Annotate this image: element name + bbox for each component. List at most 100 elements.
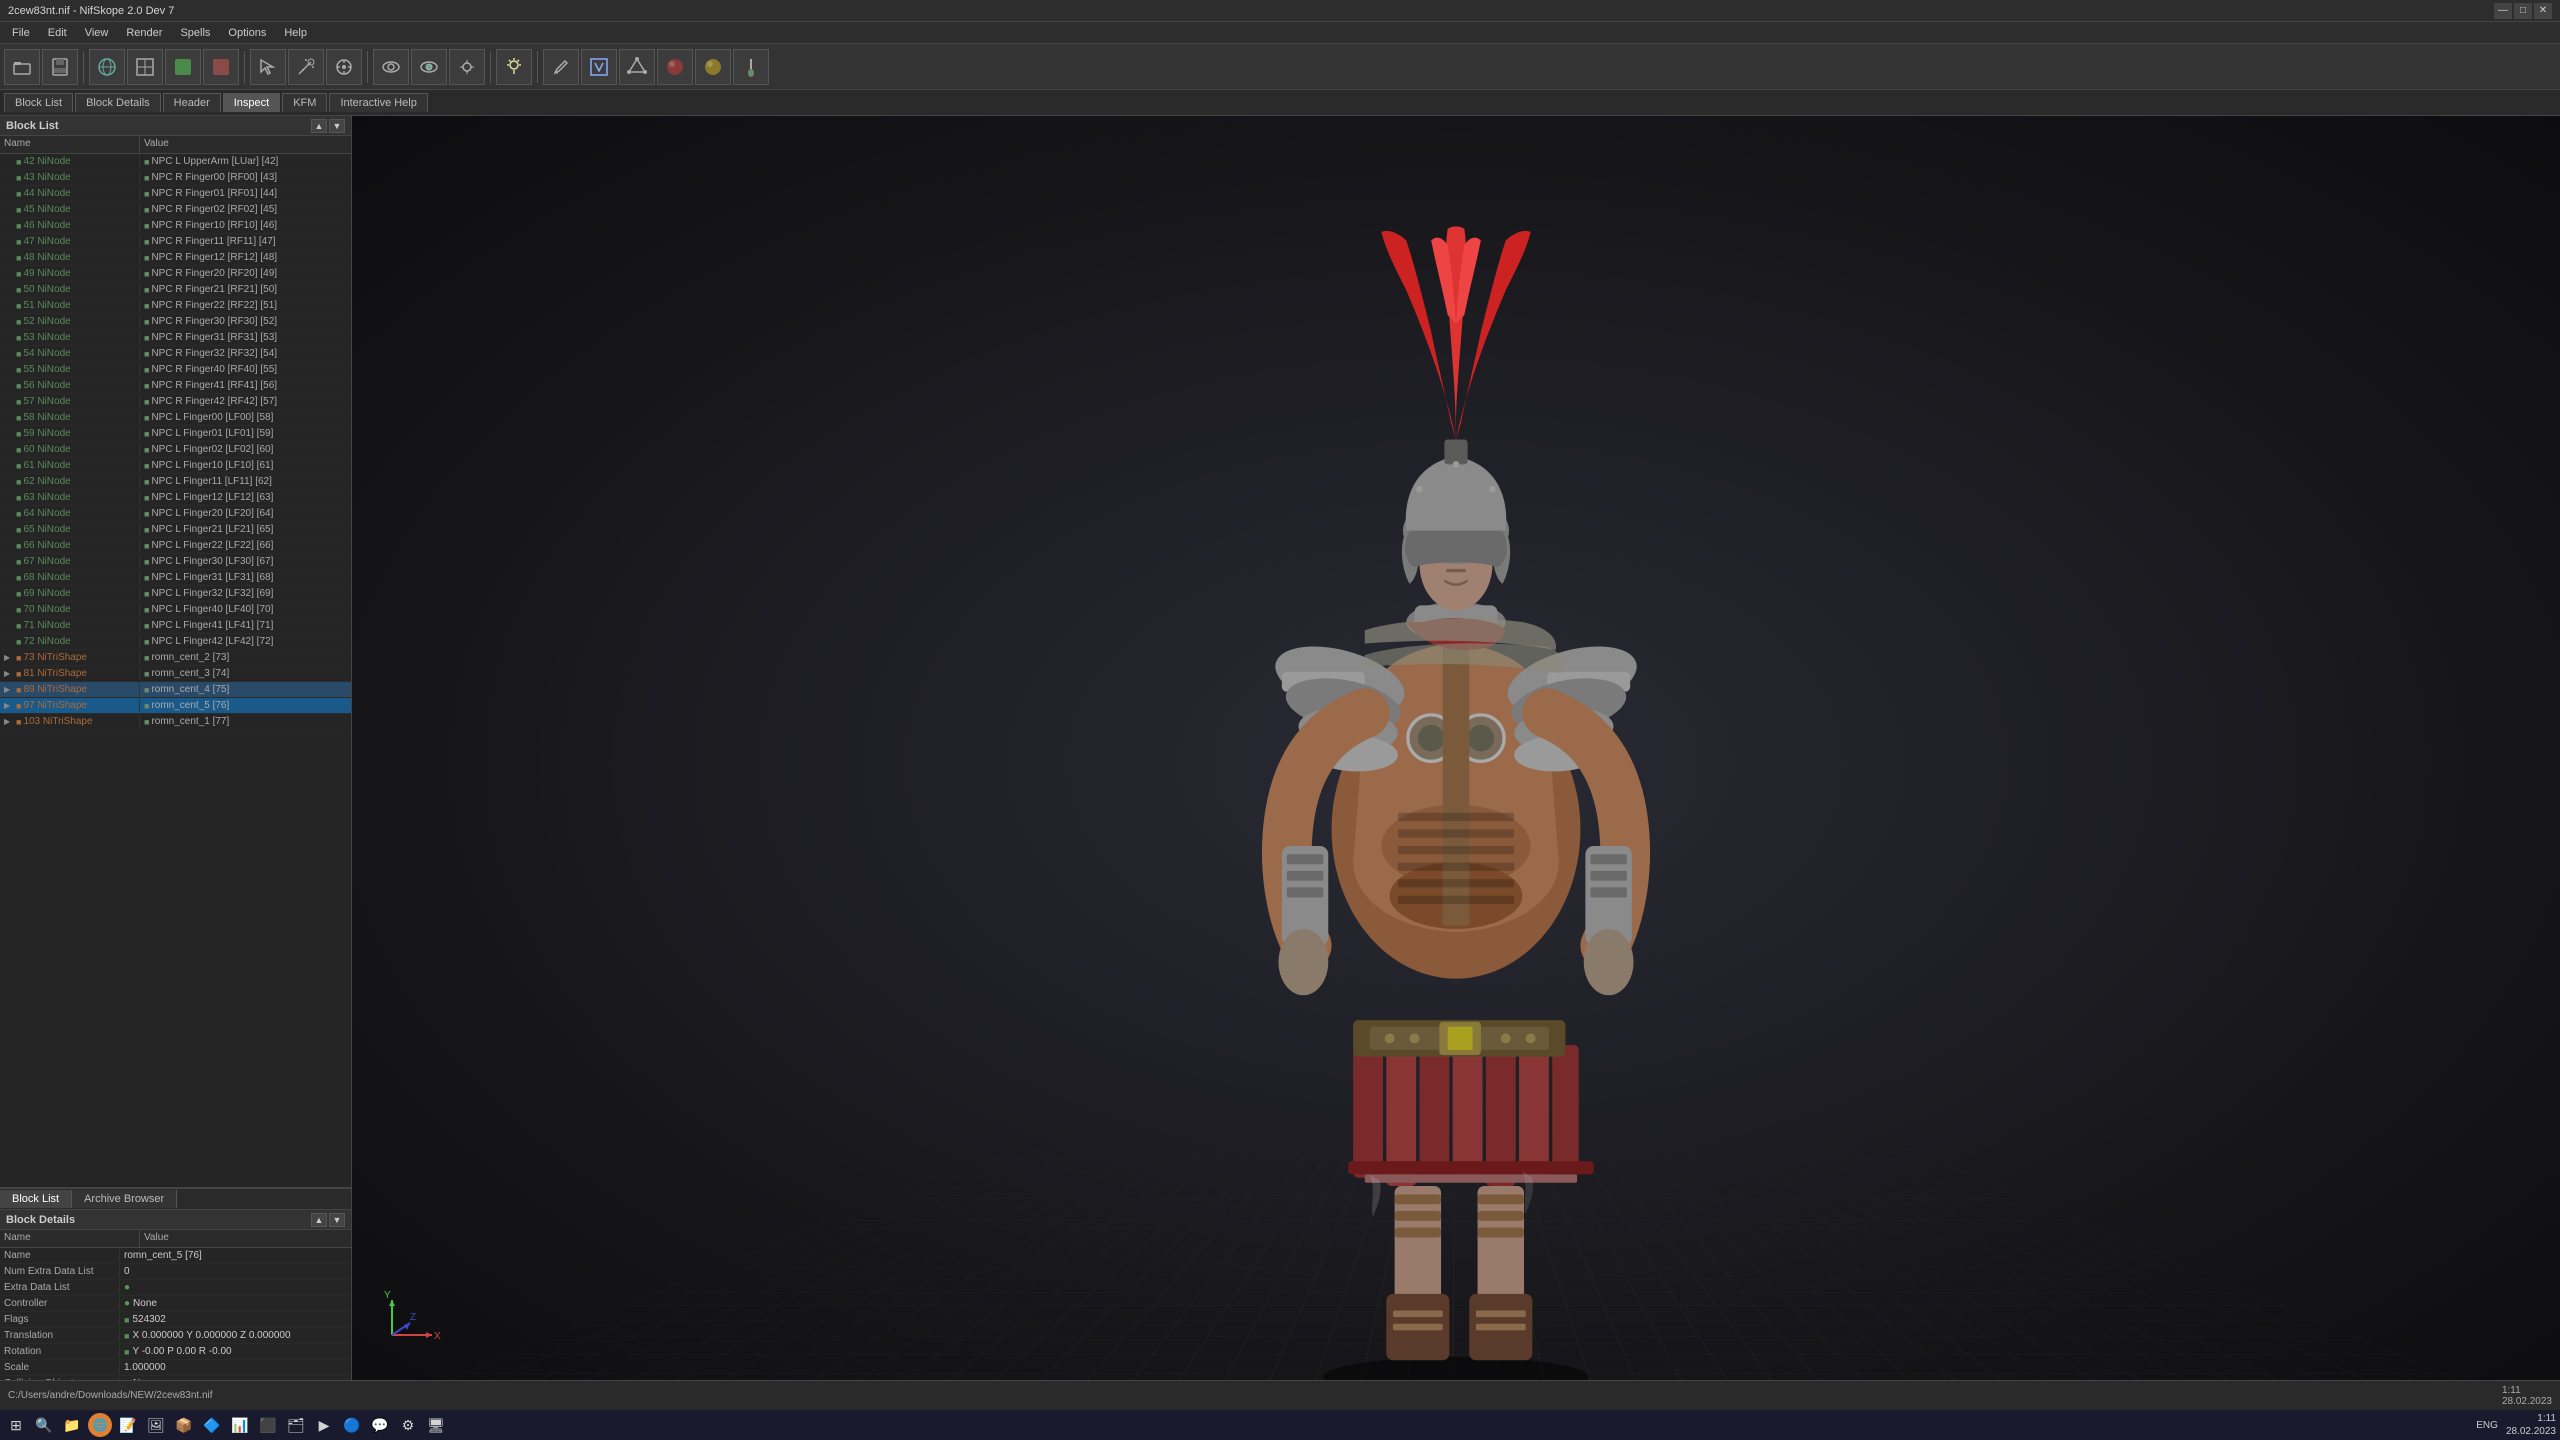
table-row[interactable]: ▶ ■ 81 NiTriShape ■ romn_cent_3 [74] <box>0 666 351 682</box>
table-row[interactable]: ■ 55 NiNode ■ NPC R Finger40 [RF40] [55] <box>0 362 351 378</box>
toolbar-vertex[interactable] <box>619 49 655 85</box>
table-row[interactable]: ■ 42 NiNode ■ NPC L UpperArm [LUar] [42] <box>0 154 351 170</box>
panel-expand-btn[interactable]: ▲ <box>311 119 327 133</box>
table-row[interactable]: ■ 71 NiNode ■ NPC L Finger41 [LF41] [71] <box>0 618 351 634</box>
browser-icon[interactable]: 🌐 <box>88 1413 112 1437</box>
bottom-tab-archive[interactable]: Archive Browser <box>72 1190 177 1208</box>
detail-row[interactable]: Rotation ■ Y -0.00 P 0.00 R -0.00 <box>0 1344 351 1360</box>
detail-row[interactable]: Num Extra Data List 0 <box>0 1264 351 1280</box>
table-row[interactable]: ▶ ■ 103 NiTriShape ■ romn_cent_1 [77] <box>0 714 351 730</box>
file-explorer[interactable]: 📁 <box>60 1413 84 1437</box>
detail-row[interactable]: Scale 1.000000 <box>0 1360 351 1376</box>
table-row[interactable]: ■ 59 NiNode ■ NPC L Finger01 [LF01] [59] <box>0 426 351 442</box>
menu-edit[interactable]: Edit <box>40 25 75 41</box>
table-row[interactable]: ■ 64 NiNode ■ NPC L Finger20 [LF20] [64] <box>0 506 351 522</box>
detail-row[interactable]: Name romn_cent_5 [76] <box>0 1248 351 1264</box>
toolbar-light[interactable] <box>496 49 532 85</box>
table-row[interactable]: ■ 53 NiNode ■ NPC R Finger31 [RF31] [53] <box>0 330 351 346</box>
menu-spells[interactable]: Spells <box>172 25 218 41</box>
table-row[interactable]: ■ 54 NiNode ■ NPC R Finger32 [RF32] [54] <box>0 346 351 362</box>
toolbar-sphere-yellow[interactable] <box>695 49 731 85</box>
tab-block-list[interactable]: Block List <box>4 93 73 112</box>
table-row[interactable]: ■ 46 NiNode ■ NPC R Finger10 [RF10] [46] <box>0 218 351 234</box>
detail-row[interactable]: Translation ■ X 0.000000 Y 0.000000 Z 0.… <box>0 1328 351 1344</box>
table-row[interactable]: ■ 69 NiNode ■ NPC L Finger32 [LF32] [69] <box>0 586 351 602</box>
maximize-button[interactable]: □ <box>2514 3 2532 19</box>
detail-row[interactable]: Controller ● None <box>0 1296 351 1312</box>
table-row[interactable]: ■ 63 NiNode ■ NPC L Finger12 [LF12] [63] <box>0 490 351 506</box>
table-row[interactable]: ■ 43 NiNode ■ NPC R Finger00 [RF00] [43] <box>0 170 351 186</box>
table-row[interactable]: ■ 70 NiNode ■ NPC L Finger40 [LF40] [70] <box>0 602 351 618</box>
viewport[interactable]: X Y Z <box>352 116 2560 1410</box>
menu-help[interactable]: Help <box>276 25 315 41</box>
toolbar-cog[interactable] <box>449 49 485 85</box>
search-button[interactable]: 🔍 <box>32 1413 56 1437</box>
table-row[interactable]: ▶ ■ 89 NiTriShape ■ romn_cent_4 [75] <box>0 682 351 698</box>
block-list-body[interactable]: ■ 42 NiNode ■ NPC L UpperArm [LUar] [42]… <box>0 154 351 1187</box>
menu-options[interactable]: Options <box>220 25 274 41</box>
toolbar-wireframe[interactable] <box>127 49 163 85</box>
table-row[interactable]: ■ 68 NiNode ■ NPC L Finger31 [LF31] [68] <box>0 570 351 586</box>
details-expand-btn[interactable]: ▲ <box>311 1213 327 1227</box>
menu-file[interactable]: File <box>4 25 38 41</box>
table-row[interactable]: ■ 49 NiNode ■ NPC R Finger20 [RF20] [49] <box>0 266 351 282</box>
app2-icon[interactable]: 📊 <box>228 1413 252 1437</box>
table-row[interactable]: ■ 72 NiNode ■ NPC L Finger42 [LF42] [72] <box>0 634 351 650</box>
app1-icon[interactable]: 🔷 <box>200 1413 224 1437</box>
monitor-icon[interactable]: 🖥 <box>424 1413 448 1437</box>
tab-kfm[interactable]: KFM <box>282 93 327 112</box>
app4-icon[interactable]: 🗂 <box>284 1413 308 1437</box>
table-row[interactable]: ■ 66 NiNode ■ NPC L Finger22 [LF22] [66] <box>0 538 351 554</box>
toolbar-transform[interactable] <box>326 49 362 85</box>
table-row[interactable]: ■ 47 NiNode ■ NPC R Finger11 [RF11] [47] <box>0 234 351 250</box>
tab-interactive-help[interactable]: Interactive Help <box>329 93 427 112</box>
tab-header[interactable]: Header <box>163 93 221 112</box>
table-row[interactable]: ■ 58 NiNode ■ NPC L Finger00 [LF00] [58] <box>0 410 351 426</box>
start-button[interactable]: ⊞ <box>4 1413 28 1437</box>
toolbar-eye1[interactable] <box>373 49 409 85</box>
table-row[interactable]: ■ 50 NiNode ■ NPC R Finger21 [RF21] [50] <box>0 282 351 298</box>
toolbar-save[interactable] <box>42 49 78 85</box>
bottom-tab-block-list[interactable]: Block List <box>0 1190 72 1208</box>
minimize-button[interactable]: — <box>2494 3 2512 19</box>
package-icon[interactable]: 📦 <box>172 1413 196 1437</box>
table-row[interactable]: ■ 67 NiNode ■ NPC L Finger30 [LF30] [67] <box>0 554 351 570</box>
toolbar-eye2[interactable] <box>411 49 447 85</box>
app5-icon[interactable]: ▶ <box>312 1413 336 1437</box>
table-row[interactable]: ▶ ■ 97 NiTriShape ■ romn_cent_5 [76] <box>0 698 351 714</box>
toolbar-wand[interactable] <box>288 49 324 85</box>
toolbar-pencil[interactable] <box>543 49 579 85</box>
app7-icon[interactable]: 💬 <box>368 1413 392 1437</box>
table-row[interactable]: ■ 65 NiNode ■ NPC L Finger21 [LF21] [65] <box>0 522 351 538</box>
toolbar-uv[interactable] <box>581 49 617 85</box>
table-row[interactable]: ■ 62 NiNode ■ NPC L Finger11 [LF11] [62] <box>0 474 351 490</box>
table-row[interactable]: ■ 44 NiNode ■ NPC R Finger01 [RF01] [44] <box>0 186 351 202</box>
table-row[interactable]: ▶ ■ 73 NiTriShape ■ romn_cent_2 [73] <box>0 650 351 666</box>
detail-row[interactable]: Flags ■ 524302 <box>0 1312 351 1328</box>
detail-row[interactable]: Extra Data List ● <box>0 1280 351 1296</box>
toolbar-solid-red[interactable] <box>203 49 239 85</box>
table-row[interactable]: ■ 48 NiNode ■ NPC R Finger12 [RF12] [48] <box>0 250 351 266</box>
close-button[interactable]: ✕ <box>2534 3 2552 19</box>
toolbar-sphere-red[interactable] <box>657 49 693 85</box>
toolbar-solid-green[interactable] <box>165 49 201 85</box>
media-icon[interactable]: 🖼 <box>144 1413 168 1437</box>
toolbar-sphere1[interactable] <box>89 49 125 85</box>
app6-icon[interactable]: 🔵 <box>340 1413 364 1437</box>
toolbar-brush[interactable] <box>733 49 769 85</box>
table-row[interactable]: ■ 56 NiNode ■ NPC R Finger41 [RF41] [56] <box>0 378 351 394</box>
menu-render[interactable]: Render <box>118 25 170 41</box>
tab-block-details[interactable]: Block Details <box>75 93 161 112</box>
table-row[interactable]: ■ 51 NiNode ■ NPC R Finger22 [RF22] [51] <box>0 298 351 314</box>
app3-icon[interactable]: ⬛ <box>256 1413 280 1437</box>
toolbar-select[interactable] <box>250 49 286 85</box>
table-row[interactable]: ■ 60 NiNode ■ NPC L Finger02 [LF02] [60] <box>0 442 351 458</box>
tab-inspect[interactable]: Inspect <box>223 93 280 112</box>
table-row[interactable]: ■ 61 NiNode ■ NPC L Finger10 [LF10] [61] <box>0 458 351 474</box>
table-row[interactable]: ■ 57 NiNode ■ NPC R Finger42 [RF42] [57] <box>0 394 351 410</box>
table-row[interactable]: ■ 45 NiNode ■ NPC R Finger02 [RF02] [45] <box>0 202 351 218</box>
panel-collapse-btn[interactable]: ▼ <box>329 119 345 133</box>
toolbar-open[interactable] <box>4 49 40 85</box>
notepad-icon[interactable]: 📝 <box>116 1413 140 1437</box>
details-collapse-btn[interactable]: ▼ <box>329 1213 345 1227</box>
